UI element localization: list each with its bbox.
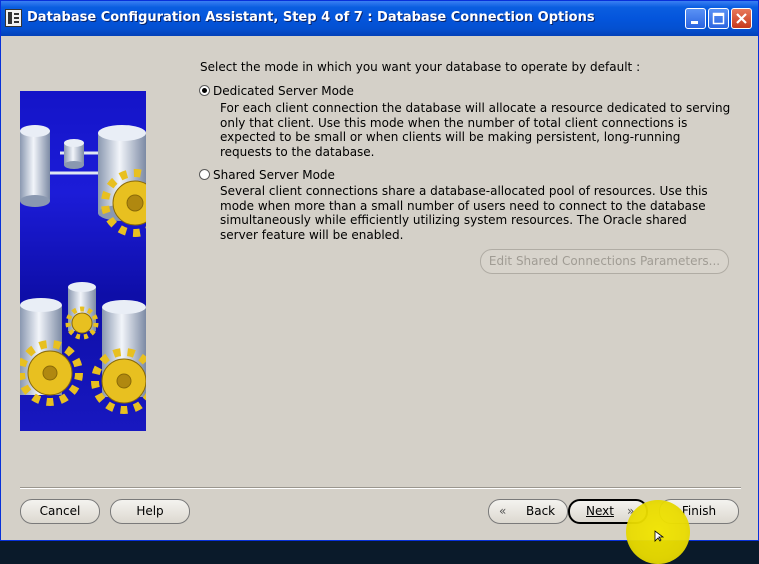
window-title: Database Configuration Assistant, Step 4… [27,10,595,25]
back-label: Back [526,504,556,518]
dedicated-mode-description: For each client connection the database … [220,101,731,159]
wizard-illustration [20,91,146,431]
shared-mode-description: Several client connections share a datab… [220,184,708,242]
dialog-content: Select the mode in which you want your d… [4,36,755,537]
dedicated-mode-label: Dedicated Server Mode [213,84,354,98]
minimize-button[interactable] [685,8,706,29]
dedicated-mode-radio[interactable] [199,85,210,96]
back-arrow-icon: « [499,504,507,518]
next-label: Next [586,504,614,518]
dedicated-mode-option[interactable]: Dedicated Server Mode [199,84,354,98]
shared-mode-label: Shared Server Mode [213,168,335,182]
mode-prompt: Select the mode in which you want your d… [200,60,641,74]
shared-mode-option[interactable]: Shared Server Mode [199,168,335,182]
close-button[interactable] [731,8,752,29]
minimize-icon [691,21,698,24]
maximize-icon [712,12,725,25]
edit-shared-connections-button[interactable]: Edit Shared Connections Parameters... [480,249,729,274]
title-bar[interactable]: Database Configuration Assistant, Step 4… [1,1,758,36]
app-icon [5,9,22,27]
shared-mode-radio[interactable] [199,169,210,180]
maximize-button[interactable] [708,8,729,29]
back-button[interactable]: « Back [488,499,568,524]
help-button[interactable]: Help [110,499,190,524]
footer-separator [20,487,741,489]
cursor-icon [654,530,664,542]
cancel-button[interactable]: Cancel [20,499,100,524]
dbca-window: Database Configuration Assistant, Step 4… [0,0,759,541]
close-icon [736,13,747,24]
